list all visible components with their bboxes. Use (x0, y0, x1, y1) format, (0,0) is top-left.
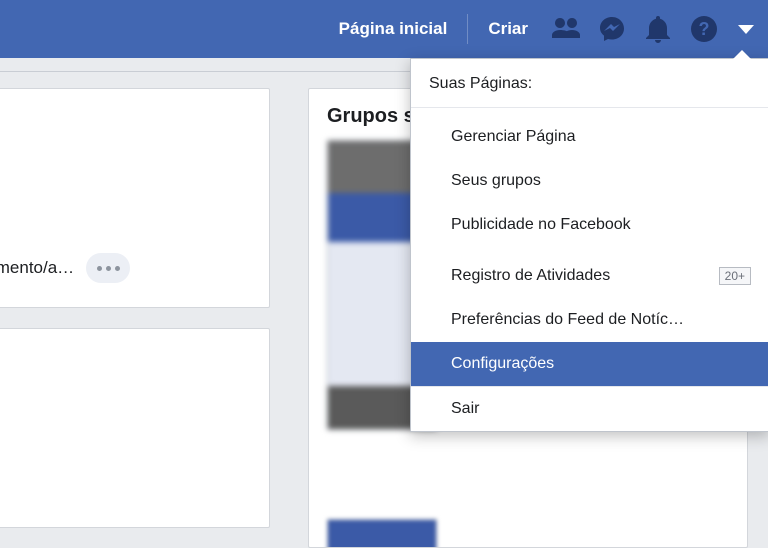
menu-settings[interactable]: Configurações (411, 342, 768, 386)
menu-your-groups[interactable]: Seus grupos (411, 159, 768, 203)
friends-icon[interactable] (548, 11, 584, 47)
menu-news-feed-prefs[interactable]: Preferências do Feed de Notíc… (411, 298, 768, 342)
messenger-icon[interactable] (594, 11, 630, 47)
top-nav: Página inicial Criar ? (0, 0, 768, 58)
left-card: Sentimento/a… (0, 88, 270, 308)
home-link[interactable]: Página inicial (329, 19, 458, 39)
account-caret-icon[interactable] (738, 25, 754, 34)
menu-activity-log[interactable]: Registro de Atividades 20+ (411, 247, 768, 298)
nav-divider (467, 14, 468, 44)
create-link[interactable]: Criar (478, 19, 538, 39)
menu-advertising[interactable]: Publicidade no Facebook (411, 203, 768, 247)
group-thumbnail-2[interactable] (327, 519, 437, 548)
svg-text:?: ? (699, 19, 710, 39)
account-dropdown: Suas Páginas: Gerenciar Página Seus grup… (410, 58, 768, 432)
left-card-2 (0, 328, 270, 528)
bell-icon[interactable] (640, 11, 676, 47)
menu-manage-page[interactable]: Gerenciar Página (411, 108, 768, 159)
activity-badge: 20+ (719, 267, 751, 285)
feeling-tag[interactable]: Sentimento/a… (0, 258, 74, 278)
more-button[interactable] (86, 253, 130, 283)
menu-logout[interactable]: Sair (411, 387, 768, 431)
dropdown-section-title: Suas Páginas: (411, 59, 768, 107)
help-icon[interactable]: ? (686, 11, 722, 47)
